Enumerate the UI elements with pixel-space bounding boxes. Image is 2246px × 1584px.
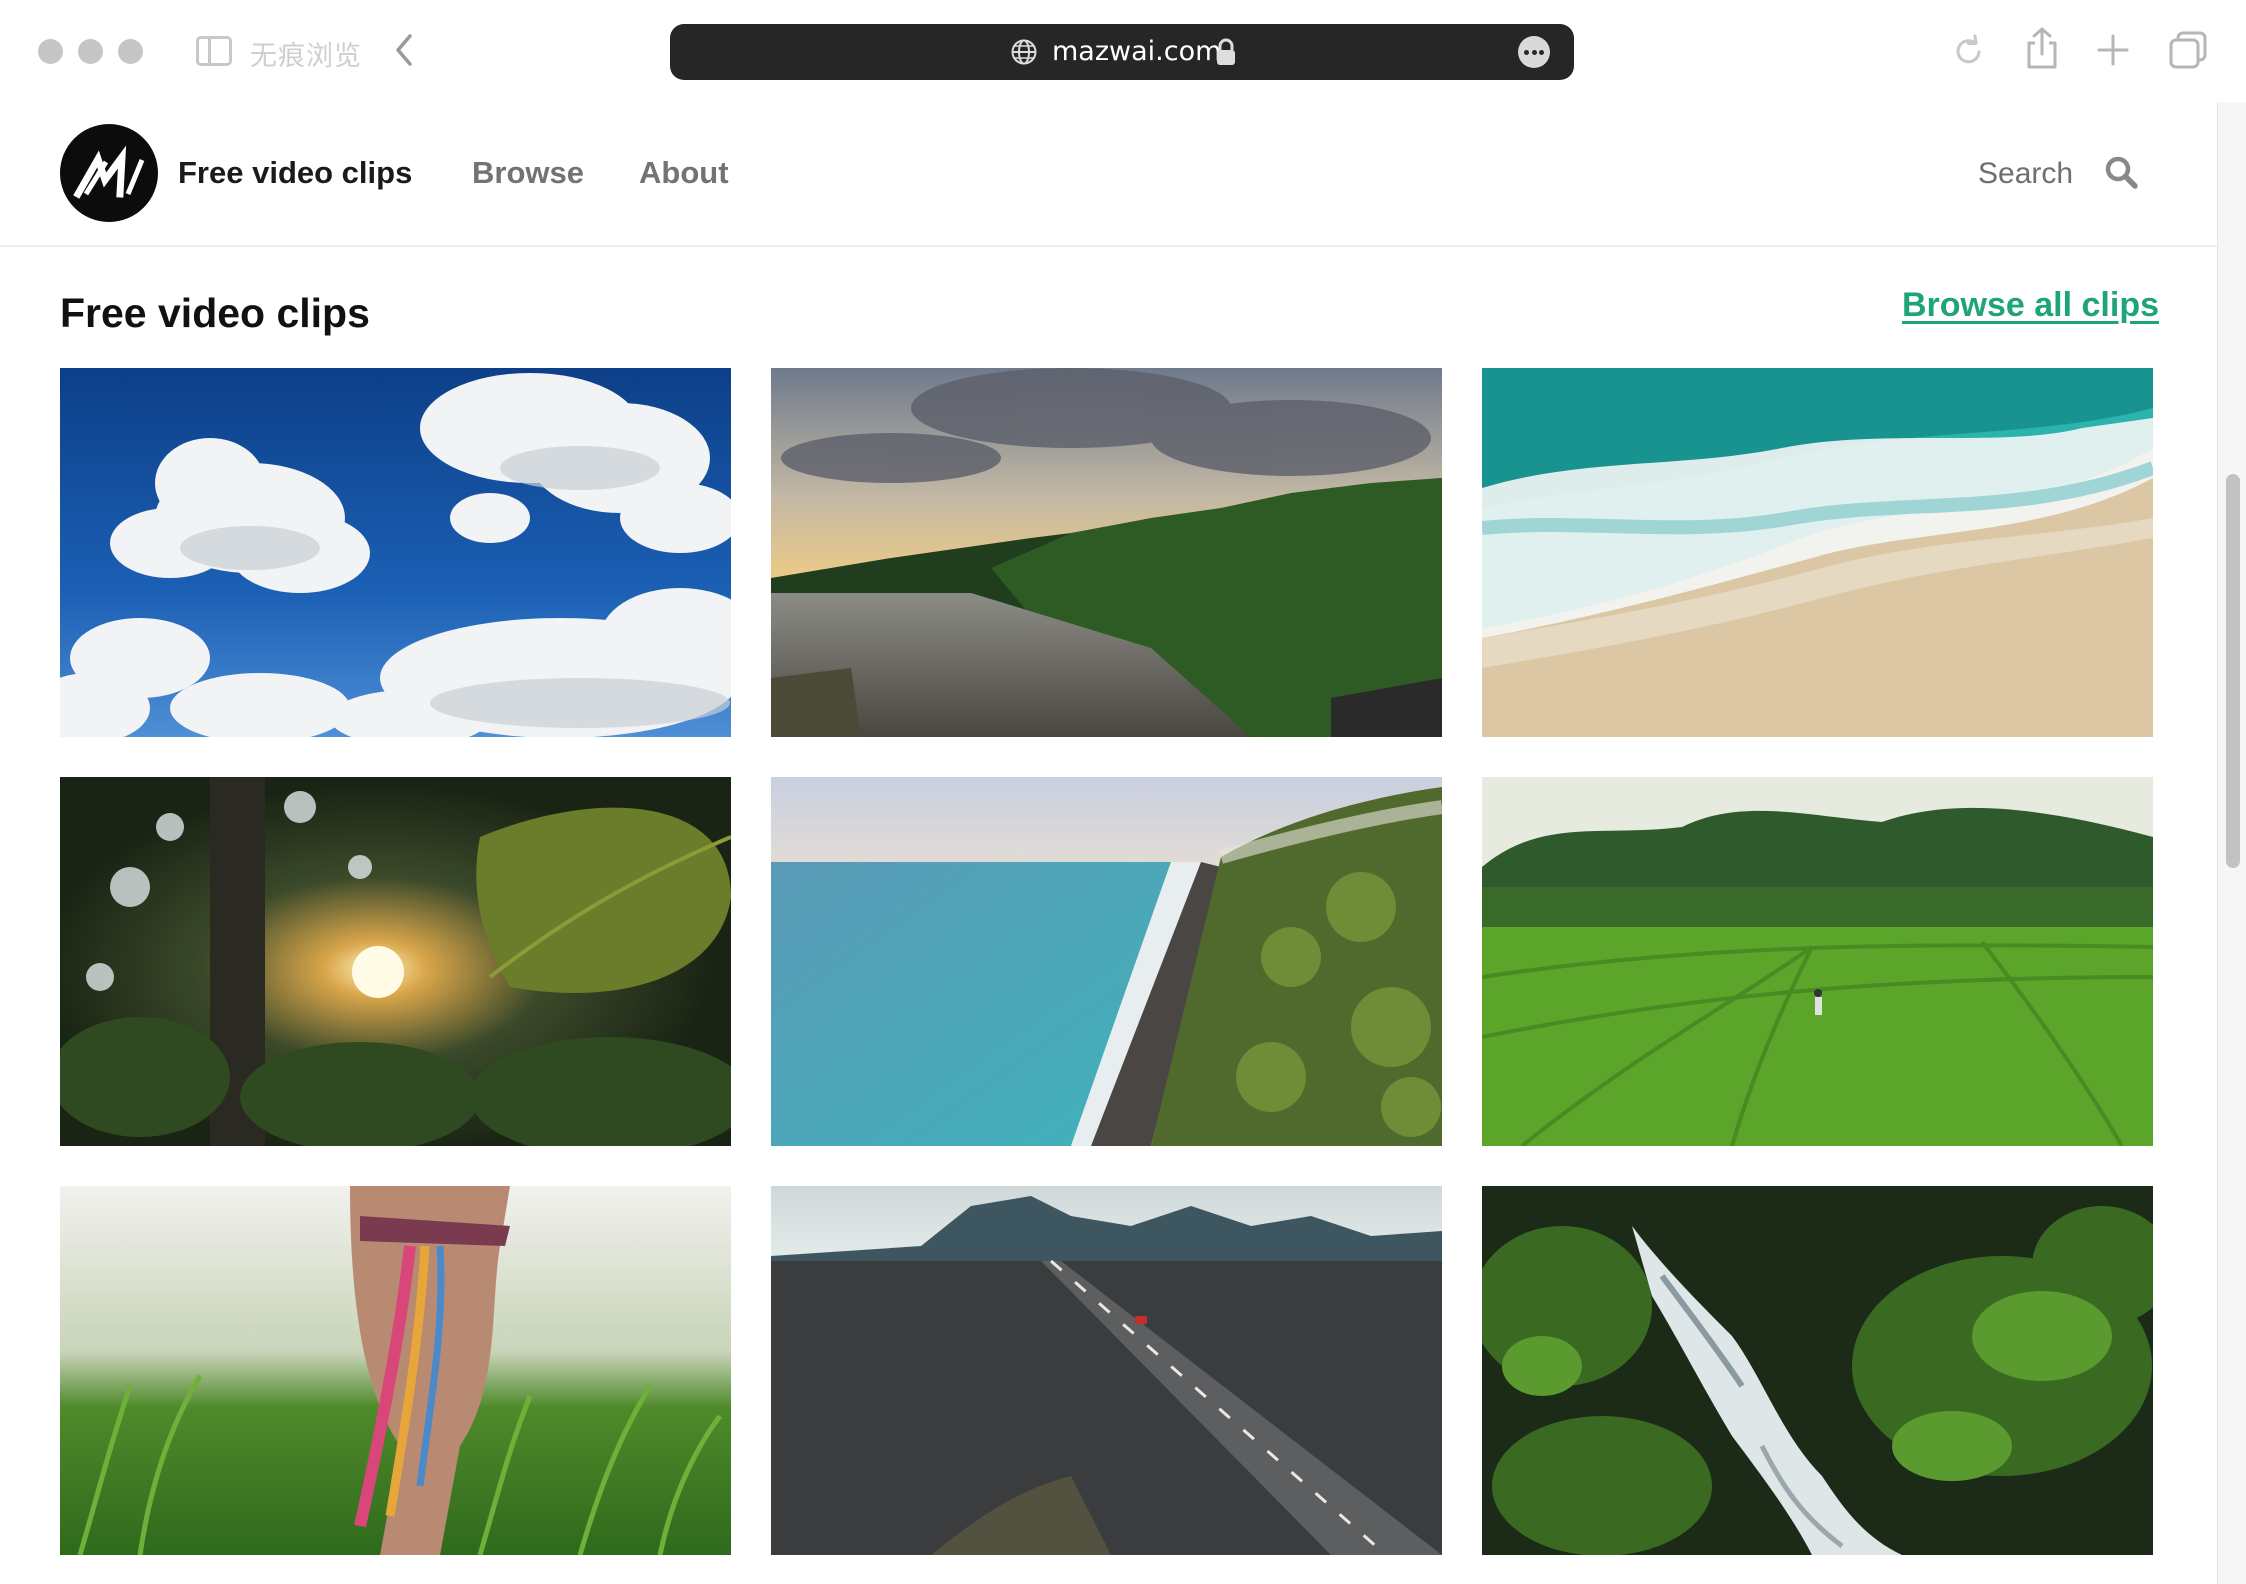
- window-maximize-button[interactable]: [118, 39, 143, 64]
- search-input[interactable]: Search: [1978, 157, 2073, 191]
- video-clip-thumbnail[interactable]: [771, 368, 1442, 737]
- video-clip-thumbnail[interactable]: [771, 777, 1442, 1146]
- share-icon[interactable]: [2024, 26, 2060, 70]
- video-clip-thumbnail[interactable]: [60, 777, 731, 1146]
- rice-fields-image: [1482, 777, 2153, 1146]
- tab-overview-icon[interactable]: [2168, 30, 2208, 70]
- globe-icon: [1011, 39, 1037, 65]
- waterfall-image: [1482, 1186, 2153, 1555]
- road-mountain-image: [771, 1186, 1442, 1555]
- clip-grid: [60, 368, 2156, 1555]
- address-bar[interactable]: mazwai.com: [670, 24, 1574, 80]
- logo-m-icon: [73, 145, 145, 199]
- nav-about[interactable]: About: [639, 155, 729, 191]
- private-browsing-label: 无痕浏览: [250, 41, 362, 71]
- coastline-aerial-image: [771, 777, 1442, 1146]
- window-close-button[interactable]: [38, 39, 63, 64]
- sidebar-toggle-icon[interactable]: [196, 36, 232, 66]
- brand-link[interactable]: Free video clips: [178, 155, 412, 191]
- ocean-waves-image: [1482, 368, 2153, 737]
- page-menu-button[interactable]: [1518, 36, 1550, 68]
- hand-rice-image: [60, 1186, 731, 1555]
- nav-browse[interactable]: Browse: [472, 155, 584, 191]
- river-forest-image: [771, 368, 1442, 737]
- site-header: Free video clips Browse About Search: [0, 102, 2217, 247]
- video-clip-thumbnail[interactable]: [771, 1186, 1442, 1555]
- sky-clouds-image: [60, 368, 731, 737]
- reload-icon[interactable]: [1952, 30, 1986, 70]
- browser-toolbar: 无痕浏览 mazwai.com: [0, 0, 2246, 102]
- page-title: Free video clips: [60, 290, 370, 336]
- video-clip-thumbnail[interactable]: [60, 368, 731, 737]
- jungle-sunlight-image: [60, 777, 731, 1146]
- video-clip-thumbnail[interactable]: [1482, 1186, 2153, 1555]
- lock-icon: [1217, 38, 1235, 65]
- video-clip-thumbnail[interactable]: [60, 1186, 731, 1555]
- new-tab-icon[interactable]: [2095, 30, 2131, 70]
- video-clip-thumbnail[interactable]: [1482, 368, 2153, 737]
- video-clip-thumbnail[interactable]: [1482, 777, 2153, 1146]
- search-icon[interactable]: [2104, 155, 2138, 189]
- browse-all-clips-link[interactable]: Browse all clips: [1902, 286, 2159, 325]
- site-logo[interactable]: [60, 124, 158, 222]
- back-button[interactable]: [390, 30, 420, 70]
- chevron-left-icon: [396, 34, 412, 66]
- window-minimize-button[interactable]: [78, 39, 103, 64]
- scrollbar-thumb[interactable]: [2226, 474, 2240, 868]
- url-text: mazwai.com: [1052, 36, 1222, 67]
- scrollbar[interactable]: [2217, 102, 2246, 1584]
